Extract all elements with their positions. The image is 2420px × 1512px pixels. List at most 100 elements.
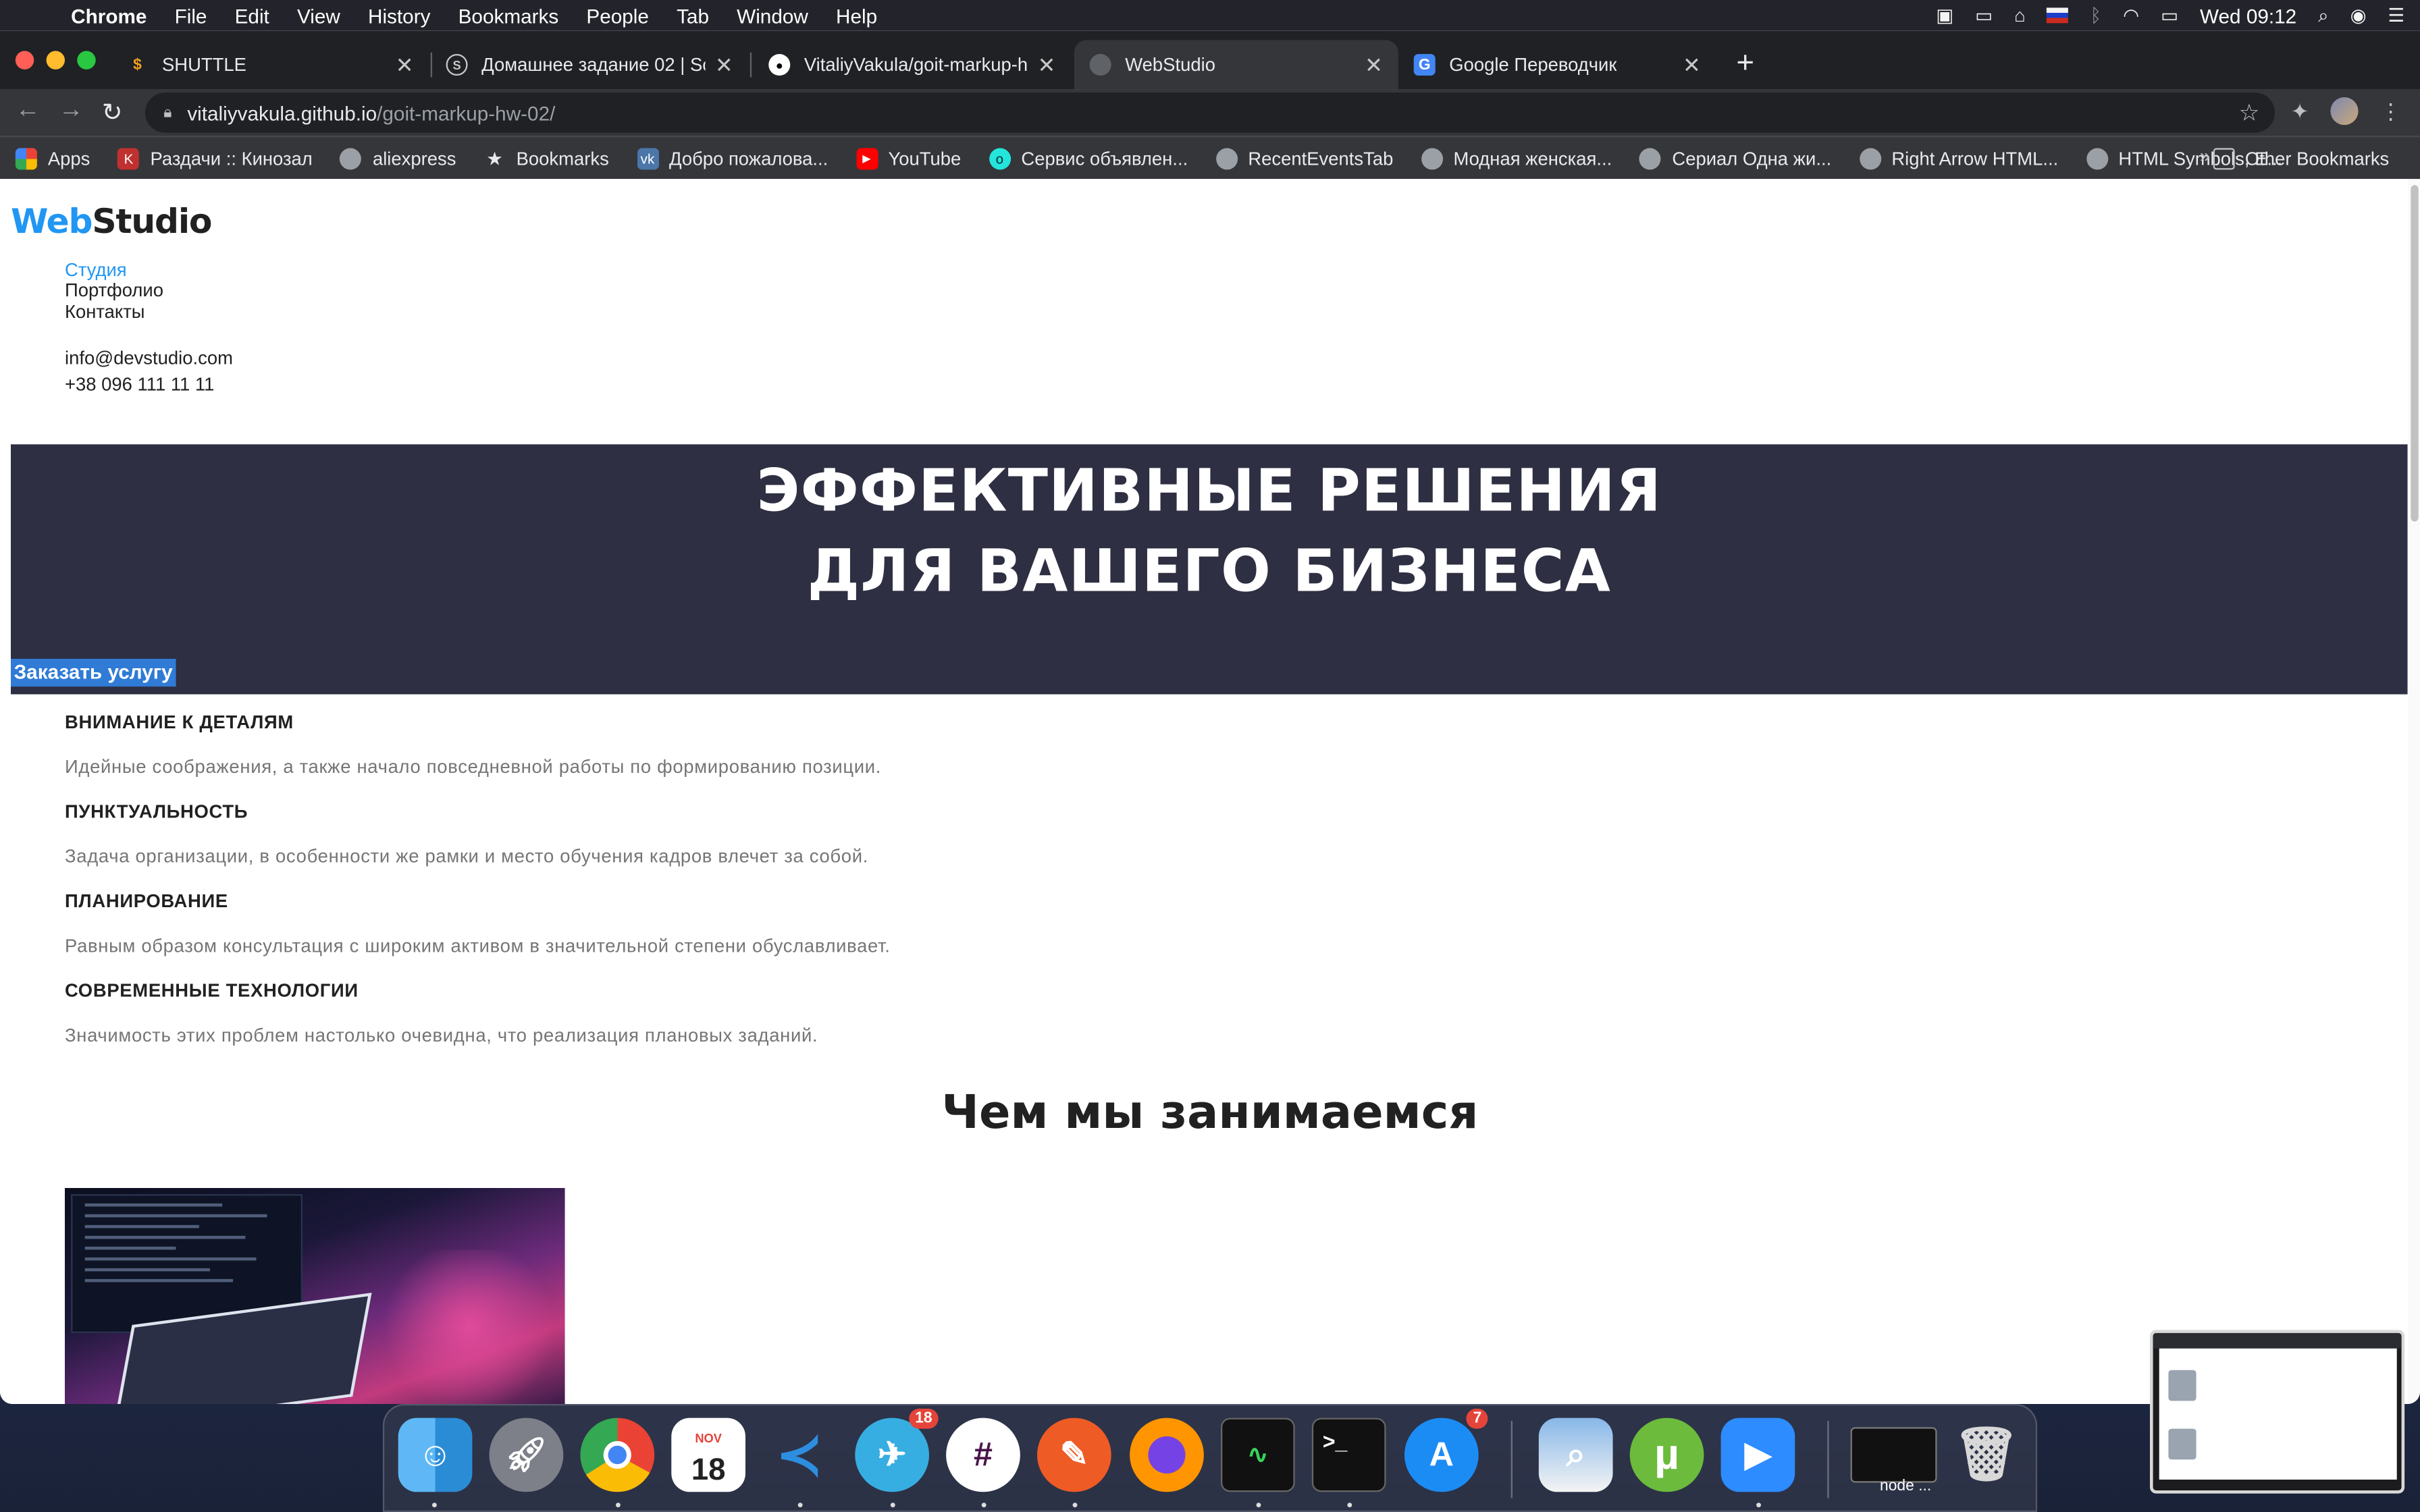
close-tab-icon[interactable]: ✕ <box>715 52 733 78</box>
app-store-icon[interactable]: A7 <box>1404 1408 1488 1492</box>
kebab-menu-icon[interactable]: ⋮ <box>2380 98 2402 124</box>
back-arrow-icon[interactable]: ← <box>16 97 41 125</box>
profile-avatar[interactable] <box>2330 97 2359 126</box>
bookmark-series[interactable]: Сериал Одна жи... <box>1639 147 1831 169</box>
search-icon[interactable]: ⌕ <box>2318 4 2328 27</box>
bluetooth-icon[interactable]: ᛒ <box>2090 5 2101 26</box>
battery-icon[interactable]: ▭ <box>2161 5 2178 26</box>
launchpad-icon[interactable]: 🚀︎ <box>489 1418 564 1492</box>
utorrent-icon[interactable]: µ <box>1629 1418 1704 1492</box>
menu-people[interactable]: People <box>586 4 649 27</box>
new-tab-icon[interactable]: + <box>1736 47 1754 82</box>
bookmarks-overflow-chevron-icon[interactable]: » <box>2200 145 2210 167</box>
tab-github[interactable]: ● VitaliyVakula/goit-markup-hw- ✕ <box>753 40 1071 89</box>
contact-email[interactable]: info@devstudio.com <box>65 346 233 372</box>
preview-icon[interactable]: ⌕ <box>1538 1418 1613 1492</box>
google-translate-favicon-icon: G <box>1413 53 1436 76</box>
slack-icon[interactable]: # <box>946 1418 1020 1492</box>
menu-file[interactable]: File <box>175 4 207 27</box>
toolbar-actions: ✦ ⋮ <box>2291 97 2402 126</box>
maximize-window-button[interactable] <box>77 51 96 70</box>
reload-icon[interactable]: ↻ <box>102 97 123 128</box>
window-controls <box>15 51 96 70</box>
page-scrollbar-thumb[interactable] <box>2411 185 2419 522</box>
zoom-status-icon[interactable]: ▣ <box>1936 5 1953 26</box>
bookmark-label: Модная женская... <box>1453 147 1612 169</box>
lock-icon[interactable]: 🔒︎ <box>163 104 172 121</box>
finder-icon[interactable]: ☺ <box>398 1418 473 1492</box>
close-tab-icon[interactable]: ✕ <box>396 52 414 78</box>
bookmark-other[interactable]: Other Bookmarks <box>2212 147 2389 169</box>
forward-arrow-icon[interactable]: → <box>59 97 84 125</box>
menu-app-name[interactable]: Chrome <box>71 4 147 27</box>
bookmark-youtube[interactable]: ▶ YouTube <box>856 147 961 169</box>
nav-link-portfolio[interactable]: Портфолио <box>65 280 163 302</box>
calendar-icon[interactable]: NOV 18 <box>671 1418 745 1492</box>
minimize-window-button[interactable] <box>46 51 65 70</box>
feature-text: Идейные соображения, а также начало повс… <box>64 755 882 778</box>
services-heading: Чем мы занимаемся <box>941 1086 1479 1141</box>
bookmark-apps[interactable]: Apps <box>15 147 90 169</box>
close-tab-icon[interactable]: ✕ <box>1038 52 1056 78</box>
close-window-button[interactable] <box>15 51 34 70</box>
trash-icon[interactable]: 🗑︎ <box>1949 1418 2024 1492</box>
bookmark-kinozal[interactable]: K Раздачи :: Кинозал <box>117 147 313 169</box>
nav-link-contacts[interactable]: Контакты <box>65 300 163 323</box>
terminal-icon[interactable]: >_ <box>1311 1418 1386 1492</box>
menu-edit[interactable]: Edit <box>235 4 269 27</box>
wifi-icon[interactable]: ◠ <box>2123 5 2139 26</box>
postman-icon[interactable]: ✎ <box>1036 1418 1111 1492</box>
menu-help[interactable]: Help <box>836 4 877 27</box>
firefox-icon[interactable] <box>1130 1418 1204 1492</box>
tab-homework[interactable]: S Домашнее задание 02 | Scho ✕ <box>431 40 749 89</box>
node-window-label: node ... <box>1879 1478 1932 1495</box>
bookmark-vk[interactable]: vk Добро пожалова... <box>636 147 828 169</box>
menu-window[interactable]: Window <box>737 4 808 27</box>
bookmark-right-arrow[interactable]: Right Arrow HTML... <box>1859 147 2058 169</box>
siri-icon[interactable]: ◉ <box>2350 5 2367 26</box>
bookmark-olx[interactable]: o Сервис объявлен... <box>989 147 1188 169</box>
globe-icon <box>340 147 362 169</box>
close-tab-icon[interactable]: ✕ <box>1365 52 1383 78</box>
menu-tab[interactable]: Tab <box>677 4 709 27</box>
tab-webstudio[interactable]: WebStudio ✕ <box>1074 40 1398 90</box>
node-window-icon[interactable] <box>1850 1427 1937 1483</box>
screenshot-preview-thumbnail[interactable] <box>2149 1330 2405 1494</box>
telegram-icon[interactable]: ✈ 18 <box>855 1408 939 1492</box>
bookmark-aliexpress[interactable]: aliexpress <box>340 147 456 169</box>
order-service-button[interactable]: Заказать услугу <box>10 658 176 687</box>
activity-monitor-icon[interactable]: ∿ <box>1220 1418 1295 1492</box>
extensions-puzzle-icon[interactable]: ✦ <box>2291 98 2309 124</box>
menu-bookmarks[interactable]: Bookmarks <box>458 4 559 27</box>
chrome-icon[interactable] <box>580 1418 655 1492</box>
bookmark-bookmarks[interactable]: ★ Bookmarks <box>484 147 609 169</box>
vscode-icon[interactable]: ≺ <box>762 1418 837 1492</box>
service-image <box>64 1187 565 1404</box>
menu-history[interactable]: History <box>368 4 430 27</box>
bookmark-star-icon[interactable]: ☆ <box>2239 99 2260 127</box>
browser-window: $ SHUTTLE ✕ S Домашнее задание 02 | Scho… <box>0 30 2420 1404</box>
airplay-icon[interactable]: ⌂ <box>2014 5 2026 26</box>
clock[interactable]: Wed 09:12 <box>2200 4 2296 27</box>
menu-view[interactable]: View <box>297 4 340 27</box>
tab-google-translate[interactable]: G Google Переводчик ✕ <box>1398 40 1716 89</box>
shuttle-favicon-icon: $ <box>133 56 142 74</box>
contact-phone[interactable]: +38 096 111 11 11 <box>65 372 233 398</box>
close-tab-icon[interactable]: ✕ <box>1683 52 1701 78</box>
site-logo[interactable]: WebStudio <box>11 204 213 242</box>
site-nav: Студия Портфолио Контакты <box>65 259 163 323</box>
screen-icon[interactable]: ▭ <box>1975 5 1993 26</box>
notification-center-icon[interactable]: ☰ <box>2388 5 2405 26</box>
tab-shuttle[interactable]: $ SHUTTLE ✕ <box>111 40 429 89</box>
flag-ru-icon[interactable] <box>2047 7 2069 24</box>
feature-title: СОВРЕМЕННЫЕ ТЕХНОЛОГИИ <box>64 979 359 1002</box>
address-bar[interactable]: 🔒︎ vitaliyvakula.github.io/goit-markup-h… <box>144 92 2276 133</box>
telegram-badge: 18 <box>908 1408 939 1429</box>
zoom-icon[interactable]: ▶ <box>1720 1418 1795 1492</box>
nav-link-studio[interactable]: Студия <box>65 259 163 281</box>
bookmark-fashion[interactable]: Модная женская... <box>1421 147 1612 169</box>
feature-text: Значимость этих проблем настолько очевид… <box>64 1024 818 1046</box>
bookmark-recent-events[interactable]: RecentEventsTab <box>1215 147 1393 169</box>
tab-strip: $ SHUTTLE ✕ S Домашнее задание 02 | Scho… <box>0 30 2420 90</box>
globe-icon <box>1639 147 1662 169</box>
